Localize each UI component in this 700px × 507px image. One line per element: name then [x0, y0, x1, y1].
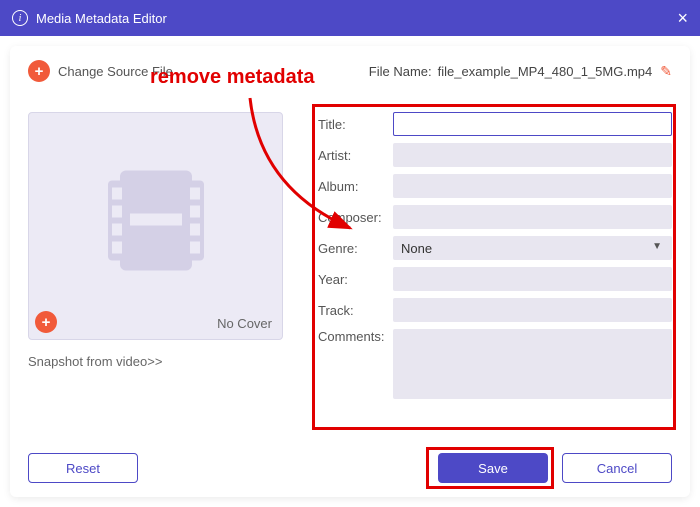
cover-preview: + No Cover [28, 112, 283, 340]
save-button[interactable]: Save [438, 453, 548, 483]
film-icon [106, 166, 206, 276]
genre-label: Genre: [318, 241, 393, 256]
filename-value: file_example_MP4_480_1_5MG.mp4 [438, 64, 653, 79]
filename-label: File Name: [369, 64, 432, 79]
info-icon: i [12, 10, 28, 26]
top-row: + Change Source File File Name: file_exa… [28, 60, 672, 82]
genre-select[interactable]: None [393, 236, 672, 260]
album-label: Album: [318, 179, 393, 194]
title-input[interactable] [393, 112, 672, 136]
metadata-form: Title: Artist: Album: Composer: Genre: N… [318, 112, 672, 406]
year-input[interactable] [393, 267, 672, 291]
composer-input[interactable] [393, 205, 672, 229]
titlebar: i Media Metadata Editor × [0, 0, 700, 36]
close-icon[interactable]: × [677, 8, 688, 29]
album-input[interactable] [393, 174, 672, 198]
artist-label: Artist: [318, 148, 393, 163]
add-cover-button[interactable]: + [35, 311, 57, 333]
year-label: Year: [318, 272, 393, 287]
cancel-button[interactable]: Cancel [562, 453, 672, 483]
content-panel: + Change Source File File Name: file_exa… [10, 46, 690, 497]
comments-input[interactable] [393, 329, 672, 399]
edit-filename-icon[interactable]: ✎ [660, 63, 672, 80]
window-title: Media Metadata Editor [36, 11, 167, 26]
track-input[interactable] [393, 298, 672, 322]
comments-label: Comments: [318, 329, 393, 344]
no-cover-label: No Cover [217, 316, 272, 331]
track-label: Track: [318, 303, 393, 318]
cover-column: + No Cover Snapshot from video>> [28, 112, 288, 406]
composer-label: Composer: [318, 210, 393, 225]
footer: Reset Save Cancel [28, 453, 672, 483]
reset-button[interactable]: Reset [28, 453, 138, 483]
change-source-label: Change Source File [58, 64, 173, 79]
snapshot-link[interactable]: Snapshot from video>> [28, 354, 288, 369]
change-source-button[interactable]: + [28, 60, 50, 82]
title-label: Title: [318, 117, 393, 132]
artist-input[interactable] [393, 143, 672, 167]
